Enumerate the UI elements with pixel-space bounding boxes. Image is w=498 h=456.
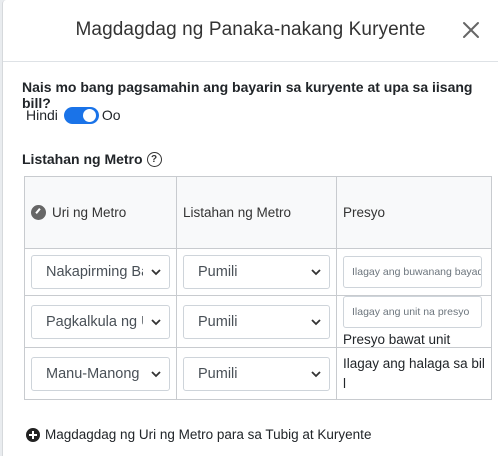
modal-header: Magdagdag ng Panaka-nakang Kuryente: [3, 0, 498, 62]
select-value: Manu-Manong Input: [46, 365, 143, 382]
cell-list: Pumili: [176, 295, 337, 348]
plus-circle-icon: [26, 427, 40, 442]
meter-type-select[interactable]: Manu-Manong Input: [31, 356, 170, 391]
select-value: Nakapirming Bayad: [46, 264, 143, 280]
modal-dialog: Magdagdag ng Panaka-nakang Kuryente Nais…: [2, 0, 498, 456]
table-row: Pagkalkula ng Unit Pumili Ilagay ang uni…: [24, 295, 492, 348]
cell-list: Pumili: [176, 347, 337, 400]
meter-list-title: Listahan ng Metro ?: [22, 151, 162, 167]
unit-price-input[interactable]: Ilagay ang unit na presyo: [343, 296, 482, 328]
table-header-row: Uri ng Metro Listahan ng Metro Presyo: [24, 176, 492, 249]
toggle-off-label: Hindi: [26, 107, 58, 123]
select-value: Pumili: [198, 365, 238, 382]
cell-list: Pumili: [176, 248, 337, 296]
cell-type: Pagkalkula ng Unit: [24, 295, 177, 348]
table-row: Manu-Manong Input Pumili Ilagay ang hala…: [24, 347, 492, 400]
cell-price: Ilagay ang buwanang bayad: [336, 248, 492, 296]
merge-bill-toggle[interactable]: [63, 106, 99, 124]
cell-price: Ilagay ang unit na presyo Presyo bawat u…: [336, 295, 492, 348]
add-meter-type-link[interactable]: Magdagdag ng Uri ng Metro para sa Tubig …: [26, 427, 371, 442]
meter-table: Uri ng Metro Listahan ng Metro Presyo Na…: [24, 176, 492, 400]
cell-price: Ilagay ang halaga sa bill: [336, 347, 492, 400]
select-value: Pagkalkula ng Unit: [46, 313, 143, 330]
meter-list-select[interactable]: Pumili: [183, 304, 330, 339]
chevron-down-icon: [151, 318, 161, 325]
header-meter-type: Uri ng Metro: [24, 176, 177, 249]
meter-gauge-icon: [31, 205, 46, 220]
unit-price-note: Presyo bawat unit: [343, 332, 451, 347]
cell-type: Manu-Manong Input: [24, 347, 177, 400]
add-meter-type-label: Magdagdag ng Uri ng Metro para sa Tubig …: [45, 427, 372, 442]
header-meter-type-label: Uri ng Metro: [52, 205, 127, 220]
modal-title: Magdagdag ng Panaka-nakang Kuryente: [75, 19, 426, 40]
meter-list-title-text: Listahan ng Metro: [22, 151, 143, 167]
chevron-down-icon: [311, 269, 321, 276]
select-value: Pumili: [198, 313, 238, 330]
close-icon[interactable]: [460, 19, 482, 41]
table-row: Nakapirming Bayad Pumili Ilagay ang buwa…: [24, 248, 492, 296]
meter-list-select[interactable]: Pumili: [183, 255, 330, 289]
meter-type-select[interactable]: Pagkalkula ng Unit: [31, 304, 170, 339]
chevron-down-icon: [311, 318, 321, 325]
question-circle-icon[interactable]: ?: [146, 151, 162, 167]
header-price: Presyo: [336, 176, 492, 249]
select-value: Pumili: [198, 264, 238, 280]
meter-list-select[interactable]: Pumili: [183, 356, 330, 391]
bill-amount-note: Ilagay ang halaga sa bill: [343, 355, 485, 391]
chevron-down-icon: [151, 269, 161, 276]
toggle-on-label: Oo: [101, 107, 121, 123]
cell-type: Nakapirming Bayad: [24, 248, 177, 296]
toggle-knob: [82, 108, 96, 122]
header-meter-list: Listahan ng Metro: [176, 176, 337, 249]
merge-bill-toggle-row: Hindi Oo: [26, 105, 121, 125]
chevron-down-icon: [151, 370, 161, 377]
chevron-down-icon: [311, 370, 321, 377]
meter-type-select[interactable]: Nakapirming Bayad: [31, 255, 170, 289]
monthly-fee-input[interactable]: Ilagay ang buwanang bayad: [343, 256, 482, 288]
